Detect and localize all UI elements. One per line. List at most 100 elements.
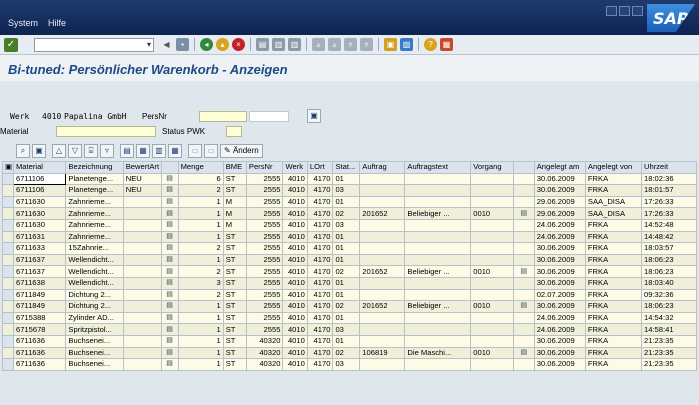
table-cell: FRKA [584, 230, 643, 244]
column-header[interactable]: Bezeichnung [65, 161, 124, 174]
row-selector[interactable] [2, 334, 14, 348]
column-header[interactable]: Uhrzeit [641, 161, 697, 174]
table-cell: Wellendicht... [65, 253, 124, 267]
material-field[interactable] [56, 125, 156, 137]
close-button[interactable] [632, 6, 643, 16]
column-header[interactable]: Material [12, 161, 67, 174]
row-selector[interactable] [2, 346, 14, 360]
column-header[interactable]: Stat... [332, 161, 361, 174]
table-cell: NEU [122, 184, 162, 197]
shortcut-icon[interactable]: ▨ [400, 38, 413, 51]
print-preview-icon[interactable]: ▤ [120, 144, 134, 158]
previous-page-icon[interactable]: ▵ [328, 38, 341, 51]
find-icon[interactable]: ▥ [272, 38, 285, 51]
persnr-field[interactable] [199, 110, 247, 122]
first-page-icon[interactable]: ▵ [312, 38, 325, 51]
column-header[interactable] [512, 161, 535, 174]
row-selector[interactable] [2, 242, 14, 255]
layout-icon[interactable]: ▦ [440, 38, 453, 51]
column-header[interactable]: Vorgang [470, 161, 514, 174]
next-page-icon[interactable]: ▿ [344, 38, 357, 51]
details-icon[interactable]: ⌕ [16, 144, 30, 158]
row-selector[interactable] [2, 288, 14, 302]
minimize-button[interactable] [606, 6, 617, 16]
column-header[interactable]: Angelegt von [584, 161, 643, 174]
row-selector[interactable] [2, 207, 14, 220]
maximize-button[interactable] [619, 6, 630, 16]
row-selector[interactable] [2, 195, 14, 209]
back-icon[interactable]: ◂ [200, 38, 213, 51]
column-header[interactable]: PersNr [245, 161, 284, 174]
print-icon[interactable]: ▤ [256, 38, 269, 51]
find-next-icon[interactable]: ▥ [288, 38, 301, 51]
sort-asc-icon[interactable]: △ [52, 144, 66, 158]
table-cell: 14:54:32 [641, 311, 697, 325]
row-selector[interactable] [2, 358, 14, 371]
column-header[interactable]: Auftrag [359, 161, 406, 174]
row-selector[interactable] [2, 323, 14, 336]
table-cell: Dichtung 2... [65, 300, 124, 313]
row-selector[interactable] [2, 184, 14, 197]
menu-hilfe[interactable]: Hilfe [48, 18, 66, 28]
table-cell: 4170 [306, 207, 334, 220]
help-icon[interactable]: ? [424, 38, 437, 51]
refresh-icon[interactable]: ▣ [32, 144, 46, 158]
table-cell: 02 [332, 300, 361, 313]
alv-toolbar: ⌕ ▣ △ ▽ ⌸ ▿ ▤ ▦ ▥ ▦ ▭ ▭ ✎ Ändern [16, 143, 263, 159]
save-icon[interactable]: ▪ [176, 38, 189, 51]
grid-icon[interactable]: ▦ [168, 144, 182, 158]
command-field[interactable]: ▾ [34, 38, 154, 52]
row-selector[interactable] [2, 311, 14, 325]
column-header[interactable]: Angelegt am [533, 161, 586, 174]
cancel-icon[interactable]: × [232, 38, 245, 51]
new-session-icon[interactable]: ▣ [384, 38, 397, 51]
table-cell: 18:06:23 [641, 265, 697, 278]
layout-select-icon[interactable]: ▥ [152, 144, 166, 158]
column-header[interactable]: Werk [282, 161, 308, 174]
row-selector[interactable] [2, 230, 14, 244]
find-table-icon[interactable]: ⌸ [84, 144, 98, 158]
table-cell: 1 [177, 218, 224, 232]
table-cell: FRKA [584, 358, 643, 371]
sort-desc-icon[interactable]: ▽ [68, 144, 82, 158]
column-header[interactable] [160, 161, 179, 174]
table-cell [359, 253, 406, 267]
export-icon[interactable]: ▦ [136, 144, 150, 158]
table-cell: 0010 [470, 265, 514, 278]
dropdown-icon[interactable]: ▾ [147, 40, 151, 49]
table-cell: FRKA [584, 184, 643, 197]
column-header[interactable]: BewertArt [122, 161, 162, 174]
column-header[interactable]: Menge [177, 161, 224, 174]
menu-system[interactable]: System [8, 18, 38, 28]
column-header[interactable]: Auftragstext [404, 161, 472, 174]
separator [250, 38, 251, 51]
row-selector[interactable] [2, 300, 14, 313]
andern-button[interactable]: ✎ Ändern [220, 144, 263, 158]
table-cell [122, 265, 162, 278]
choose-icon[interactable]: ▭ [188, 144, 202, 158]
row-selector[interactable] [2, 253, 14, 267]
select-all-icon[interactable]: ▣ [2, 161, 14, 174]
table-cell: 6711631 [12, 230, 67, 244]
status-pwk-field[interactable] [226, 125, 242, 137]
column-header[interactable]: BME [222, 161, 247, 174]
table-cell: 4010 [282, 334, 308, 348]
enter-check-icon[interactable]: ✓ [4, 38, 18, 52]
table-cell: 4170 [306, 242, 334, 255]
exit-icon[interactable]: ▴ [216, 38, 229, 51]
table-cell: 6715678 [12, 323, 67, 336]
row-selector[interactable] [2, 276, 14, 290]
column-header[interactable]: LOrt [306, 161, 334, 174]
table-cell [470, 276, 514, 290]
row-selector[interactable] [2, 218, 14, 232]
filter-icon[interactable]: ▿ [100, 144, 114, 158]
execute-icon[interactable]: ▣ [307, 109, 321, 123]
table-cell: 14:48:42 [641, 230, 697, 244]
row-selector[interactable] [2, 172, 14, 186]
last-page-icon[interactable]: ▿ [360, 38, 373, 51]
back-arrow-icon[interactable]: ◀ [160, 38, 173, 51]
table-cell: ST [222, 253, 247, 267]
table-row: 6711638 Wellendicht... ▤ 3 ST 2555 4010 4170 01 3… [2, 276, 697, 290]
row-selector[interactable] [2, 265, 14, 278]
info-icon[interactable]: ▭ [204, 144, 218, 158]
